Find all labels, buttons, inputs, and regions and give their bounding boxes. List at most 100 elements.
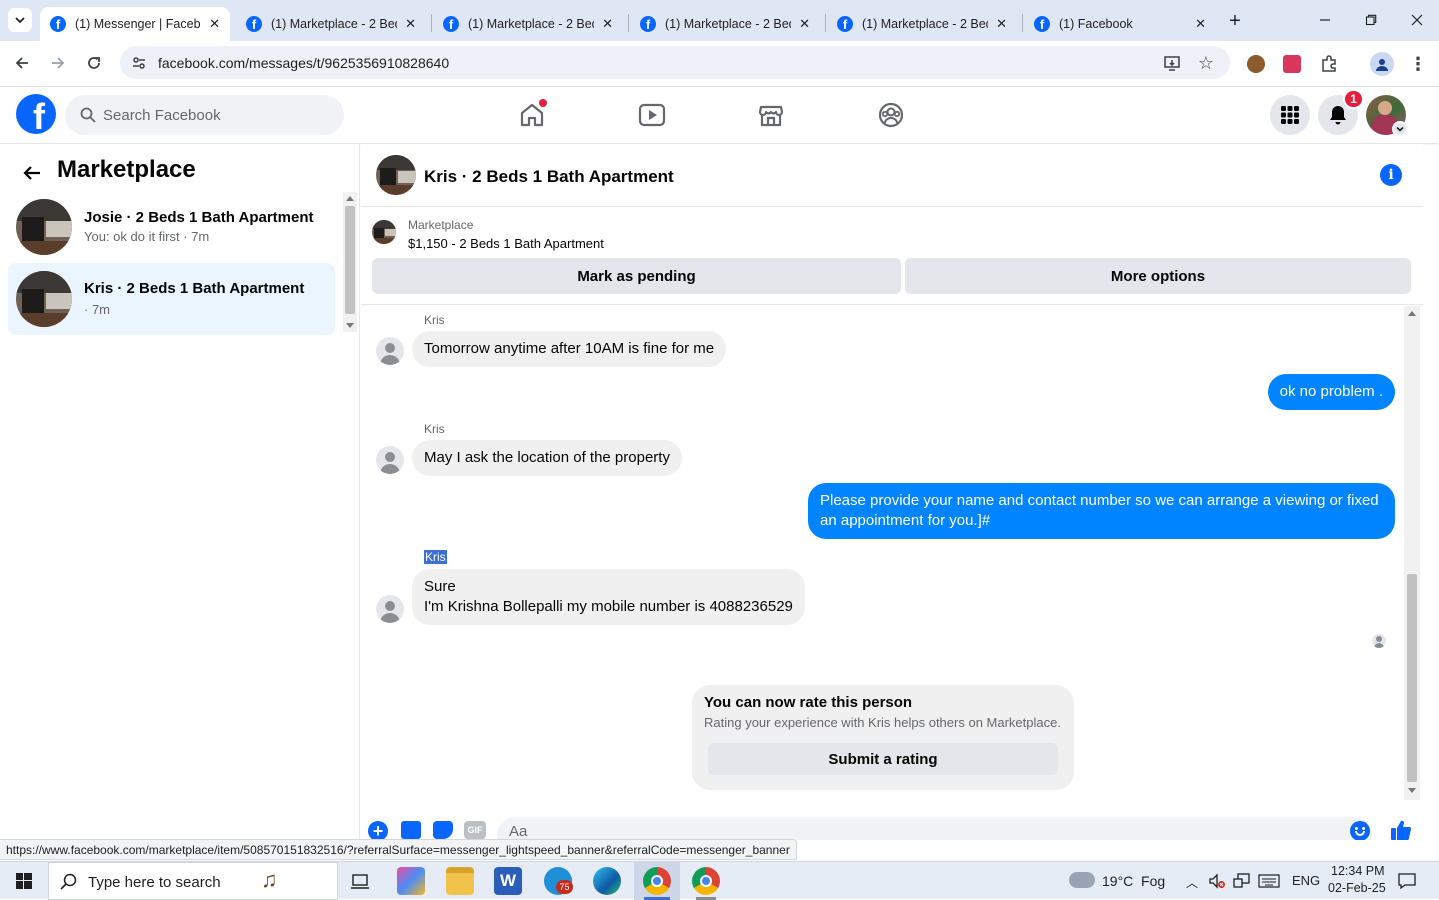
conversation-preview: You: ok do it first · 7m [84,229,210,244]
tab-facebook[interactable]: f (1) Facebook ✕ [1024,7,1216,41]
message-input[interactable]: Aa [497,817,1372,840]
back-arrow-icon[interactable] [18,159,46,187]
listing-banner: Marketplace $1,150 - 2 Beds 1 Bath Apart… [361,207,1423,305]
taskbar-search-box[interactable]: Type here to search ♫ [48,862,338,900]
listing-banner-thumbnail[interactable] [372,220,396,244]
restore-icon[interactable] [1356,8,1386,32]
close-tab-icon[interactable]: ✕ [799,16,810,32]
chat-listing-avatar[interactable] [376,155,416,195]
listing-thumbnail [16,199,72,255]
install-app-icon[interactable] [1162,53,1182,73]
new-tab-icon[interactable]: + [1222,8,1248,34]
status-bar-url: https://www.facebook.com/marketplace/ite… [0,839,797,860]
message-thread: Kris Tomorrow anytime after 10AM is fine… [361,306,1423,811]
rating-title: You can now rate this person [704,694,913,711]
close-tab-icon[interactable]: ✕ [209,16,220,32]
info-icon[interactable]: i [1380,164,1402,186]
notification-center-icon[interactable] [1396,871,1418,891]
chat-title[interactable]: Kris · 2 Beds 1 Bath Apartment [424,167,674,187]
close-tab-icon[interactable]: ✕ [405,16,416,32]
task-view-icon[interactable] [349,871,371,891]
close-tab-icon[interactable]: ✕ [1195,16,1206,32]
sidebar-scrollbar[interactable] [343,192,357,332]
message-bubble-sent[interactable]: ok no problem . [1267,374,1395,410]
facebook-search-input[interactable]: Search Facebook [65,95,344,135]
tab-marketplace-4[interactable]: f (1) Marketplace - 2 Beds ✕ [827,7,1017,41]
message-bubble-received[interactable]: May I ask the location of the property [412,440,682,476]
home-icon[interactable] [516,99,548,131]
tab-search-icon[interactable] [8,8,32,32]
tab-messenger[interactable]: f (1) Messenger | Facebook ✕ [40,7,230,41]
chrome-icon[interactable] [643,867,671,895]
conversation-item-kris[interactable]: Kris · 2 Beds 1 Bath Apartment · 7m [8,263,335,335]
word-icon[interactable]: W [494,867,522,895]
plus-actions-icon[interactable]: + [368,821,388,840]
message-bubble-sent[interactable]: Please provide your name and contact num… [808,483,1395,539]
message-sender-selected: Kris [424,550,447,564]
profile-icon[interactable] [1370,52,1394,76]
close-window-icon[interactable] [1402,8,1432,32]
chrome-profile-icon[interactable] [692,867,720,895]
volume-muted-icon[interactable] [1208,872,1226,890]
photo-icon[interactable] [401,821,421,839]
emoji-icon[interactable] [1350,821,1370,840]
account-chevron-icon[interactable] [1392,121,1408,137]
menu-grid-button[interactable] [1270,95,1310,135]
tray-chevron-icon[interactable]: ︿ [1186,874,1198,891]
clock-time[interactable]: 12:34 PM [1331,864,1385,878]
seen-receipt-avatar [1372,634,1386,648]
cookie-extension-icon[interactable] [1247,55,1265,73]
facebook-logo-icon[interactable]: f [16,94,56,134]
groups-icon[interactable] [875,99,907,131]
sticker-icon[interactable] [433,821,453,839]
like-thumb-icon[interactable] [1389,818,1413,840]
keyboard-icon[interactable] [1258,872,1280,890]
extensions-puzzle-icon[interactable] [1318,53,1340,75]
reload-icon[interactable] [82,51,106,75]
weather-icon[interactable] [1069,872,1095,888]
site-info-icon[interactable] [122,55,156,71]
kris-avatar[interactable] [376,595,404,623]
conversation-item-josie[interactable]: Josie · 2 Beds 1 Bath Apartment You: ok … [8,191,335,263]
rating-description: Rating your experience with Kris helps o… [704,715,1061,730]
edge-icon[interactable] [593,867,621,895]
extension-icon[interactable] [1283,55,1301,73]
more-options-button[interactable]: More options [905,258,1411,294]
kris-avatar[interactable] [376,337,404,365]
message-bubble-received[interactable]: Sure I'm Krishna Bollepalli my mobile nu… [412,569,805,625]
message-bubble-received[interactable]: Tomorrow anytime after 10AM is fine for … [412,331,727,367]
gif-icon[interactable]: GIF [464,821,486,839]
submit-rating-button[interactable]: Submit a rating [708,743,1058,775]
marketplace-icon[interactable] [755,99,787,131]
composer: + GIF Aa [361,811,1439,840]
mark-as-pending-button[interactable]: Mark as pending [372,258,901,294]
close-tab-icon[interactable]: ✕ [602,16,613,32]
bookmark-star-icon[interactable]: ☆ [1196,53,1216,73]
url-text[interactable]: facebook.com/messages/t/9625356910828640 [158,55,449,71]
clock-date[interactable]: 02-Feb-25 [1328,881,1386,895]
conversation-name: Kris · 2 Beds 1 Bath Apartment [84,280,305,297]
tab-marketplace-2[interactable]: f (1) Marketplace - 2 Beds ✕ [433,7,623,41]
kris-avatar[interactable] [376,446,404,474]
language-indicator[interactable]: ENG [1292,873,1320,888]
video-icon[interactable] [636,99,668,131]
windows-start-icon[interactable] [16,873,32,889]
conversation-preview: · 7m [84,302,110,317]
weather-text[interactable]: 19°C Fog [1102,873,1165,889]
file-explorer-icon[interactable] [446,867,474,895]
network-icon[interactable] [1233,872,1251,890]
chat-header: Kris · 2 Beds 1 Bath Apartment i [361,144,1423,207]
browser-menu-icon[interactable]: ⋮ [1408,52,1428,76]
chat-scrollbar[interactable] [1404,306,1420,800]
copilot-icon[interactable] [397,867,425,895]
address-bar[interactable]: facebook.com/messages/t/9625356910828640… [120,46,1230,79]
minimize-icon[interactable] [1310,8,1340,32]
forward-icon[interactable] [46,51,70,75]
listing-description[interactable]: $1,150 - 2 Beds 1 Bath Apartment [408,236,604,251]
back-icon[interactable] [10,51,34,75]
facebook-favicon-icon: f [837,16,853,32]
close-tab-icon[interactable]: ✕ [996,16,1007,32]
tab-marketplace-1[interactable]: f (1) Marketplace - 2 Beds ✕ [236,7,426,41]
notification-badge: 1 [1343,89,1364,109]
tab-marketplace-3[interactable]: f (1) Marketplace - 2 Beds ✕ [630,7,820,41]
